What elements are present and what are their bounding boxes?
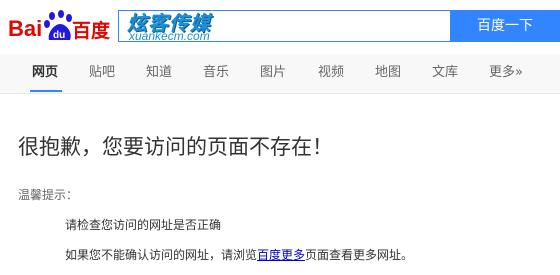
nav-active-indicator <box>30 90 62 92</box>
nav-item-music[interactable]: 音乐 <box>203 54 229 92</box>
tip-browse-more: 如果您不能确认访问的网址，请浏览百度更多页面查看更多网址。 <box>65 246 413 264</box>
nav-item-more[interactable]: 更多» <box>489 54 523 92</box>
nav-item-video[interactable]: 视频 <box>318 54 344 92</box>
baidu-logo-graphic: Bai du 百度 <box>8 10 111 42</box>
error-title: 很抱歉，您要访问的页面不存在！ <box>18 135 333 159</box>
header: Bai du 百度 炫客传媒 xuankecm.com 百度一下 <box>0 0 560 54</box>
nav-item-wenku[interactable]: 文库 <box>432 54 458 92</box>
nav-item-tieba[interactable]: 贴吧 <box>89 54 115 92</box>
nav-item-images[interactable]: 图片 <box>260 54 286 92</box>
nav-item-zhidao[interactable]: 知道 <box>146 54 172 92</box>
tip-check-url: 请检查您访问的网址是否正确 <box>65 218 222 232</box>
tip-browse-more-suffix: 页面查看更多网址。 <box>305 248 414 262</box>
logo-text-du: du <box>53 30 65 41</box>
baidu-logo[interactable]: Bai du 百度 <box>8 10 112 44</box>
baidu-more-link[interactable]: 百度更多 <box>257 248 305 262</box>
search-input[interactable]: 炫客传媒 xuankecm.com <box>118 10 450 42</box>
logo-text-bai: Bai <box>8 16 42 41</box>
nav-bar: 网页 贴吧 知道 音乐 图片 视频 地图 文库 更多» <box>0 54 560 94</box>
nav-item-web[interactable]: 网页 <box>32 54 58 92</box>
logo-text-baidu-cn: 百度 <box>72 19 111 42</box>
nav-item-map[interactable]: 地图 <box>375 54 401 92</box>
tips-label: 温馨提示： <box>18 188 79 202</box>
search-input-subvalue: xuankecm.com <box>129 29 210 43</box>
search-button[interactable]: 百度一下 <box>450 10 560 42</box>
tip-browse-more-prefix: 如果您不能确认访问的网址，请浏览 <box>65 248 258 262</box>
